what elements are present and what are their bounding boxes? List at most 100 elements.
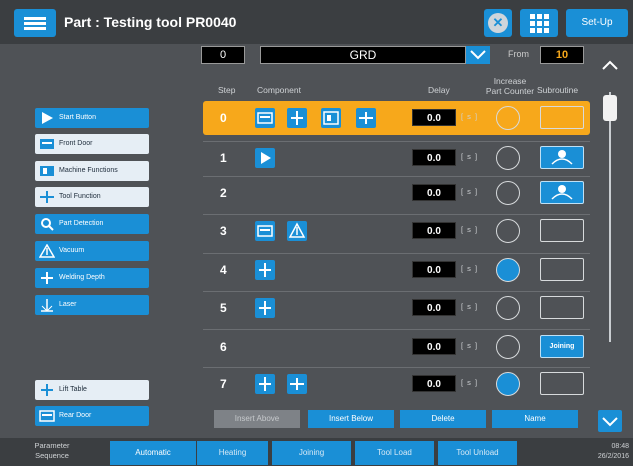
step-row-5[interactable]: 5 0.0 [ s ] — [203, 291, 590, 325]
delay-unit: [ s ] — [461, 112, 479, 121]
step-number: 3 — [220, 224, 227, 238]
column-step: Step — [218, 85, 236, 95]
setup-button[interactable]: Set-Up — [566, 9, 628, 37]
step-row-2[interactable]: 2 0.0 [ s ] — [203, 176, 590, 210]
delay-input[interactable]: 0.0 — [412, 184, 456, 201]
delay-input[interactable]: 0.0 — [412, 299, 456, 316]
increase-counter-toggle[interactable] — [496, 219, 520, 243]
increase-counter-toggle[interactable] — [496, 258, 520, 282]
step-row-1[interactable]: 1 0.0 [ s ] — [203, 141, 590, 175]
subroutine-selector[interactable] — [540, 146, 584, 169]
door-icon[interactable] — [255, 108, 275, 128]
sidebar-item-label: Front Door — [59, 140, 93, 147]
step-row-0[interactable]: 0 0.0 [ s ] — [203, 101, 590, 135]
step-row-7[interactable]: 7 0.0 [ s ] — [203, 367, 590, 401]
column-delay: Delay — [428, 85, 450, 95]
step-number: 1 — [220, 151, 227, 165]
tool-icon[interactable] — [287, 374, 307, 394]
sidebar-item-front-door[interactable]: Front Door — [35, 134, 149, 154]
sidebar-item-start-button[interactable]: Start Button — [35, 108, 149, 128]
tool-icon[interactable] — [356, 108, 376, 128]
increase-counter-toggle[interactable] — [496, 335, 520, 359]
delete-button[interactable]: Delete — [400, 410, 486, 428]
step-number: 6 — [220, 340, 227, 354]
tab-automatic[interactable]: Automatic — [110, 441, 196, 465]
delay-input[interactable]: 0.0 — [412, 375, 456, 392]
subroutine-selector[interactable] — [540, 181, 584, 204]
scroll-thumb[interactable] — [603, 95, 617, 121]
sidebar-item-welding-depth[interactable]: Welding Depth — [35, 268, 149, 288]
delay-unit: [ s ] — [461, 302, 479, 311]
increase-counter-toggle[interactable] — [496, 181, 520, 205]
step-row-3[interactable]: 3 0.0 [ s ] — [203, 214, 590, 248]
increase-counter-toggle[interactable] — [496, 146, 520, 170]
sidebar-item-lift-table[interactable]: Lift Table — [35, 380, 149, 400]
delay-unit: [ s ] — [461, 341, 479, 350]
page-title: Part : Testing tool PR0040 — [64, 14, 237, 30]
subroutine-selector[interactable] — [540, 372, 584, 395]
current-step-field[interactable]: 0 — [201, 46, 245, 64]
increase-counter-toggle[interactable] — [496, 106, 520, 130]
chevron-down-icon — [470, 50, 486, 60]
chevron-up-icon — [602, 60, 618, 70]
subroutine-selector[interactable] — [540, 258, 584, 281]
grid-icon — [530, 14, 549, 33]
sidebar-item-rear-door[interactable]: Rear Door — [35, 406, 149, 426]
subroutine-icon — [551, 185, 573, 200]
subroutine-selector[interactable]: Joining — [540, 335, 584, 358]
vacuum-icon — [39, 244, 55, 258]
tab-tool-load[interactable]: Tool Load — [354, 441, 434, 465]
column-subroutine: Subroutine — [537, 85, 579, 95]
welding-depth-icon — [41, 272, 53, 284]
lift-table-icon[interactable] — [255, 260, 275, 280]
sidebar-item-label: Machine Functions — [59, 167, 118, 174]
sidebar-item-label: Rear Door — [59, 412, 92, 419]
sidebar-item-machine-functions[interactable]: Machine Functions — [35, 161, 149, 181]
delay-input[interactable]: 0.0 — [412, 149, 456, 166]
sidebar-item-vacuum[interactable]: Vacuum — [35, 241, 149, 261]
lift-table-icon[interactable] — [255, 298, 275, 318]
menu-button[interactable] — [14, 9, 56, 37]
step-number: 5 — [220, 301, 227, 315]
increase-counter-toggle[interactable] — [496, 296, 520, 320]
insert-below-button[interactable]: Insert Below — [308, 410, 394, 428]
tab-joining[interactable]: Joining — [271, 441, 351, 465]
sidebar-item-laser[interactable]: Laser — [35, 295, 149, 315]
insert-above-button[interactable]: Insert Above — [214, 410, 300, 428]
tab-heating[interactable]: Heating — [196, 441, 268, 465]
sidebar-item-label: Lift Table — [59, 386, 87, 393]
close-button[interactable]: ✕ — [484, 9, 512, 37]
step-row-6[interactable]: 6 0.0 [ s ] Joining — [203, 330, 590, 364]
from-label: From — [508, 49, 529, 59]
vacuum-icon[interactable] — [287, 221, 307, 241]
delay-input[interactable]: 0.0 — [412, 222, 456, 239]
scroll-track[interactable] — [609, 92, 611, 342]
delay-input[interactable]: 0.0 — [412, 338, 456, 355]
machine-icon[interactable] — [321, 108, 341, 128]
sidebar-item-part-detection[interactable]: Part Detection — [35, 214, 149, 234]
name-button[interactable]: Name — [492, 410, 578, 428]
subroutine-selector[interactable] — [540, 296, 584, 319]
subroutine-icon — [551, 150, 573, 165]
tab-tool-unload[interactable]: Tool Unload — [437, 441, 517, 465]
lift-table-icon[interactable] — [287, 108, 307, 128]
lift-table-icon — [41, 384, 53, 396]
sequence-name-field[interactable]: GRD — [260, 46, 466, 64]
subroutine-selector[interactable] — [540, 219, 584, 242]
increase-counter-toggle[interactable] — [496, 372, 520, 396]
sequence-dropdown-button[interactable] — [466, 46, 490, 64]
step-number: 2 — [220, 186, 227, 200]
delay-input[interactable]: 0.0 — [412, 109, 456, 126]
lift-table-icon[interactable] — [255, 374, 275, 394]
delay-input[interactable]: 0.0 — [412, 261, 456, 278]
clock-time: 08:48 — [611, 443, 629, 450]
subroutine-selector[interactable] — [540, 106, 584, 129]
scroll-down-button[interactable] — [598, 410, 622, 432]
step-row-4[interactable]: 4 0.0 [ s ] — [203, 253, 590, 287]
door-icon[interactable] — [255, 221, 275, 241]
grid-menu-button[interactable] — [520, 9, 558, 37]
from-value-field[interactable]: 10 — [540, 46, 584, 64]
play-icon[interactable] — [255, 148, 275, 168]
scroll-up-button[interactable] — [599, 54, 621, 76]
sidebar-item-tool-function[interactable]: Tool Function — [35, 187, 149, 207]
